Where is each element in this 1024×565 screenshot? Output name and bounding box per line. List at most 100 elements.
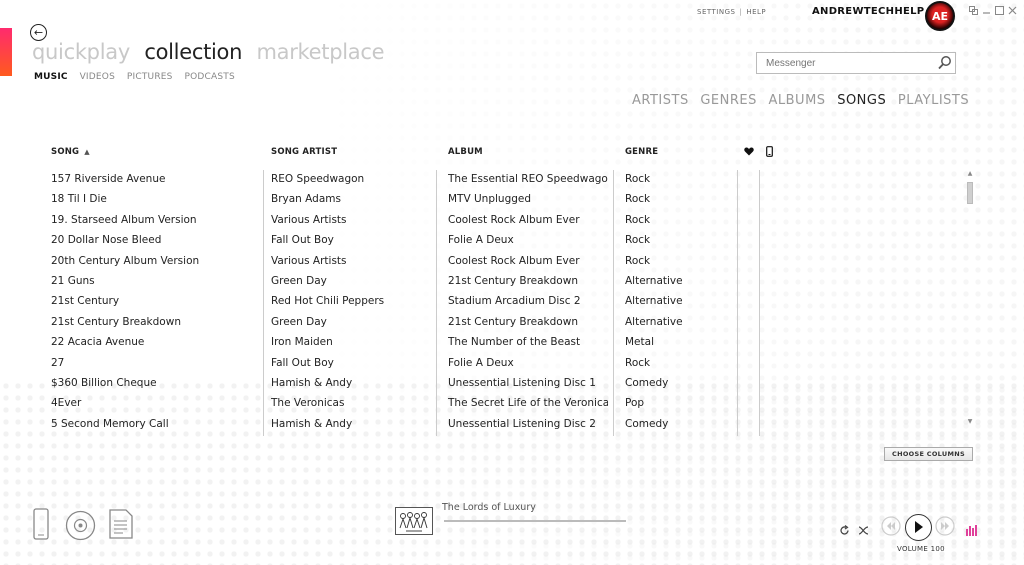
column-header-song-label: SONG <box>51 147 80 157</box>
album-cell: Stadium Arcadium Disc 2 <box>448 295 581 308</box>
column-header-rating-heart-icon[interactable] <box>744 147 754 159</box>
genre-cell: Rock <box>625 254 651 267</box>
top-links: SETTINGS | HELP <box>697 8 766 16</box>
artist-cell: Green Day <box>271 315 327 328</box>
album-cell: Unessential Listening Disc 1 <box>448 377 596 389</box>
subpivot-music[interactable]: MUSIC <box>34 72 68 82</box>
album-cell: MTV Unplugged <box>448 193 532 206</box>
table-row[interactable]: 20 Dollar Nose Bleed Fall Out Boy Folie A … <box>0 234 960 254</box>
subpivot-videos[interactable]: VIDEOS <box>80 72 115 82</box>
table-row[interactable]: 20th Century Album Version Various Artist… <box>0 255 960 275</box>
song-cell: 18 Til I Die <box>51 193 107 206</box>
table-row[interactable]: 22 Acacia Avenue Iron Maiden The Number of… <box>0 336 960 356</box>
album-cell: 21st Century Breakdown <box>448 315 578 328</box>
song-cell: 21 Guns <box>51 275 95 287</box>
song-cell: 27 <box>51 356 65 369</box>
column-header-song[interactable]: SONG ▲ <box>51 147 90 157</box>
close-icon[interactable] <box>1008 6 1017 18</box>
equalizer-icon[interactable] <box>966 521 979 540</box>
search-icon[interactable] <box>937 55 953 71</box>
shuffle-icon[interactable] <box>858 521 869 540</box>
genre-cell: Rock <box>625 356 651 369</box>
compact-mode-icon[interactable] <box>969 6 978 18</box>
table-row[interactable]: $360 Billion Cheque Hamish & Andy Unessent… <box>0 377 960 397</box>
song-cell: 22 Acacia Avenue <box>51 336 145 349</box>
back-button[interactable]: ← <box>30 24 47 41</box>
next-icon[interactable] <box>935 516 955 540</box>
artist-cell: Various Artists <box>271 213 347 226</box>
scroll-up-icon[interactable]: ▲ <box>966 170 974 177</box>
search-input[interactable] <box>756 52 956 74</box>
back-arrow-icon: ← <box>33 26 44 39</box>
table-row[interactable]: 27 Fall Out Boy Folie A Deux Rock <box>0 357 960 377</box>
tab-playlists[interactable]: PLAYLISTS <box>898 93 969 108</box>
table-row[interactable]: 5 Second Memory Call Hamish & Andy Unessen… <box>0 418 960 438</box>
column-header-album[interactable]: ALBUM <box>448 147 483 157</box>
volume-label[interactable]: VOLUME 100 <box>897 545 945 553</box>
playback-progress-bar[interactable] <box>444 520 626 522</box>
scroll-thumb[interactable] <box>967 182 973 204</box>
genre-cell: Rock <box>625 173 651 185</box>
play-icon <box>915 521 923 533</box>
settings-link[interactable]: SETTINGS <box>697 8 735 16</box>
repeat-icon[interactable] <box>839 521 850 540</box>
choose-columns-button[interactable]: CHOOSE COLUMNS <box>884 447 973 461</box>
avatar[interactable]: AE <box>925 1 955 31</box>
disc-icon[interactable] <box>65 510 96 545</box>
tab-songs[interactable]: SONGS <box>837 93 886 108</box>
album-cell: Unessential Listening Disc 2 <box>448 417 596 430</box>
pivot-collection[interactable]: collection <box>144 40 242 64</box>
table-row[interactable]: 19. Starseed Album Version Various Artist… <box>0 214 960 234</box>
artist-cell: Fall Out Boy <box>271 234 334 247</box>
top-links-separator: | <box>739 8 743 16</box>
genre-cell: Alternative <box>625 295 683 308</box>
column-header-genre[interactable]: GENRE <box>625 147 658 157</box>
song-cell: 5 Second Memory Call <box>51 417 169 430</box>
now-playing-album-art[interactable] <box>395 507 433 535</box>
genre-cell: Rock <box>625 213 651 226</box>
album-cell: Folie A Deux <box>448 356 514 369</box>
table-row[interactable]: 4Ever The Veronicas The Secret Life of the… <box>0 397 960 417</box>
artist-cell: Various Artists <box>271 254 347 267</box>
scroll-down-icon[interactable]: ▼ <box>966 418 974 425</box>
playlist-icon[interactable] <box>109 509 133 543</box>
maximize-icon[interactable] <box>995 6 1004 18</box>
username[interactable]: ANDREWTECHHELP <box>812 6 924 17</box>
subpivot-pictures[interactable]: PICTURES <box>127 72 173 82</box>
column-header-device-icon[interactable] <box>766 146 773 160</box>
song-cell: 4Ever <box>51 397 82 410</box>
table-row[interactable]: 21st Century Red Hot Chili Peppers Stadium… <box>0 295 960 315</box>
artist-cell: Hamish & Andy <box>271 377 353 389</box>
table-row[interactable]: 157 Riverside Avenue REO Speedwagon The Es… <box>0 173 960 193</box>
artist-cell: Iron Maiden <box>271 336 333 349</box>
table-row[interactable]: 18 Til I Die Bryan Adams MTV Unplugged Rock <box>0 193 960 213</box>
table-row[interactable]: 21 Guns Green Day 21st Century Breakdown Al… <box>0 275 960 295</box>
genre-cell: Rock <box>625 193 651 206</box>
vertical-scrollbar[interactable]: ▲ ▼ <box>966 170 974 428</box>
column-header-artist[interactable]: SONG ARTIST <box>271 147 337 157</box>
help-link[interactable]: HELP <box>746 8 766 16</box>
genre-cell: Rock <box>625 234 651 247</box>
song-cell: 20 Dollar Nose Bleed <box>51 234 162 247</box>
device-icon[interactable] <box>33 508 49 544</box>
album-cell: The Essential REO Speedwagon <box>448 173 608 185</box>
song-cell: 21st Century Breakdown <box>51 315 181 328</box>
minimize-icon[interactable] <box>982 6 991 18</box>
tab-artists[interactable]: ARTISTS <box>632 93 689 108</box>
pivot-marketplace[interactable]: marketplace <box>257 40 385 64</box>
artist-cell: Red Hot Chili Peppers <box>271 295 385 308</box>
previous-icon[interactable] <box>881 516 901 540</box>
song-cell: 157 Riverside Avenue <box>51 173 166 185</box>
sort-ascending-icon: ▲ <box>84 148 90 156</box>
tab-albums[interactable]: ALBUMS <box>769 93 826 108</box>
subpivot-podcasts[interactable]: PODCASTS <box>184 72 234 82</box>
song-cell: $360 Billion Cheque <box>51 377 157 389</box>
tab-genres[interactable]: GENRES <box>700 93 757 108</box>
genre-cell: Alternative <box>625 275 683 287</box>
song-cell: 20th Century Album Version <box>51 254 200 267</box>
album-cell: 21st Century Breakdown <box>448 275 578 287</box>
now-playing-title[interactable]: The Lords of Luxury <box>442 502 536 513</box>
table-row[interactable]: 21st Century Breakdown Green Day 21st Cent… <box>0 316 960 336</box>
pivot-quickplay[interactable]: quickplay <box>32 40 130 64</box>
play-button[interactable] <box>905 514 932 541</box>
